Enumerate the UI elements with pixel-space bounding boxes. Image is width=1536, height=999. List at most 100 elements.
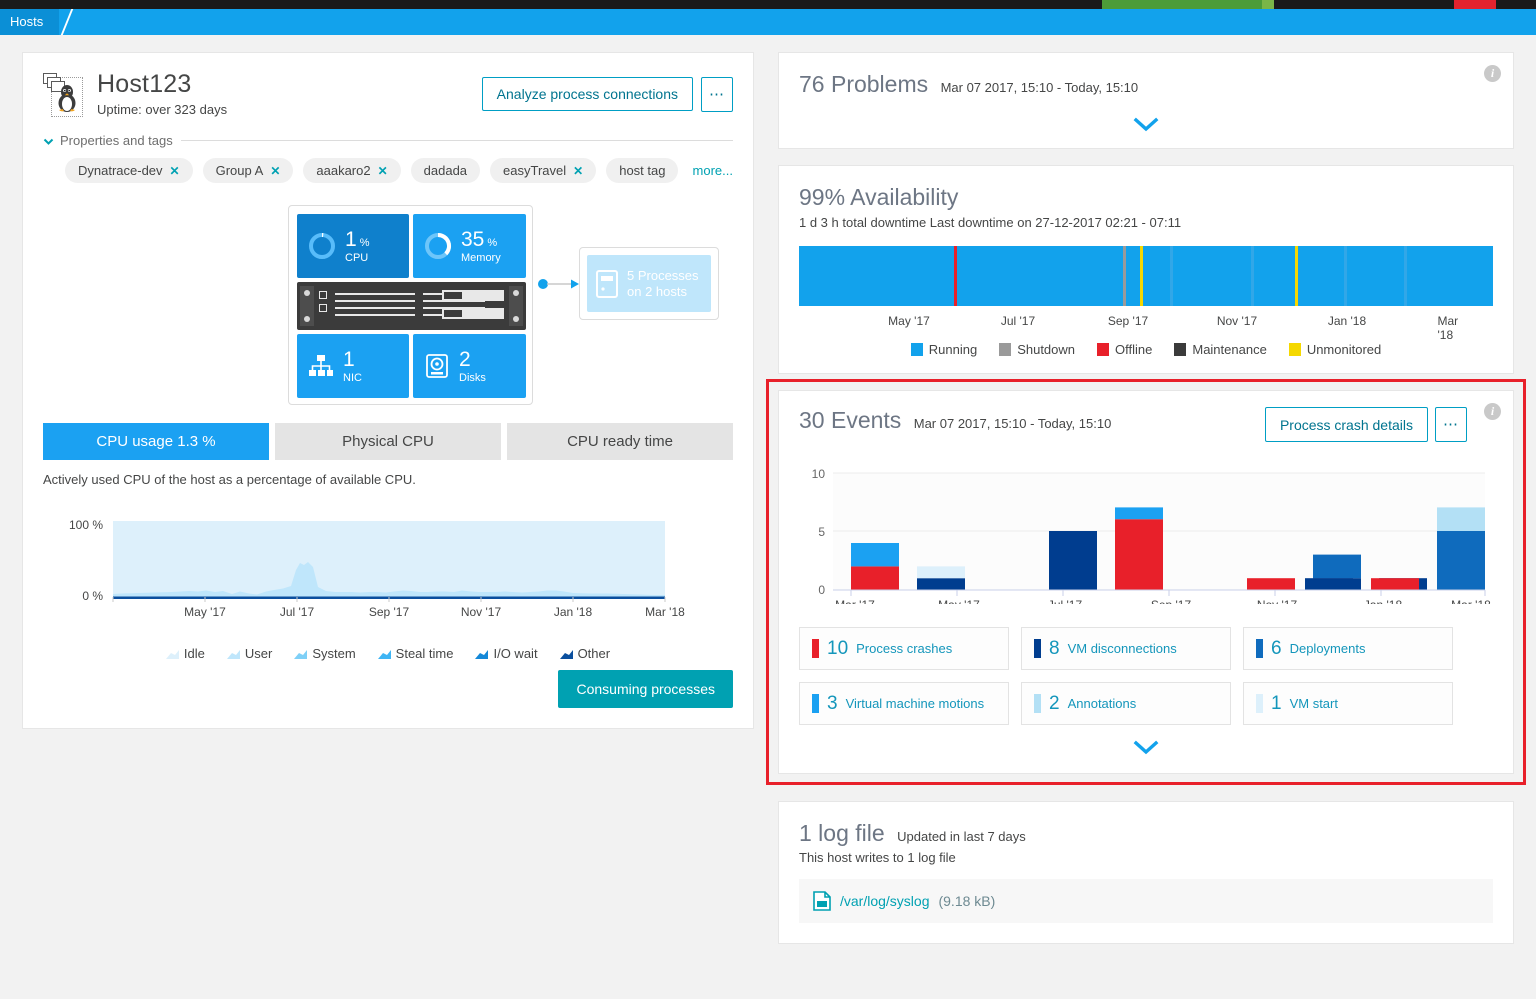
availability-marker-divider [1404, 246, 1407, 306]
area-swatch-icon [165, 649, 179, 659]
tag-chip[interactable]: Dynatrace-dev ✕ [65, 158, 193, 184]
chip-label: Process crashes [856, 641, 953, 656]
cpu-label: CPU [345, 251, 369, 264]
log-file-path[interactable]: /var/log/syslog [840, 893, 929, 909]
log-file-updated: Updated in last 7 days [897, 829, 1026, 844]
tag-list: Dynatrace-dev ✕ Group A ✕ aaakaro2 ✕ dad… [43, 158, 733, 184]
area-swatch-icon [559, 649, 573, 659]
events-chip-list: 10 Process crashes 8 VM disconnections 6… [799, 627, 1493, 725]
disks-tile[interactable]: 2 Disks [413, 334, 526, 399]
events-xtick: May '17 [938, 598, 980, 604]
tag-chip[interactable]: host tag [606, 158, 679, 184]
log-file-size: (9.18 kB) [938, 893, 996, 909]
tag-remove-icon[interactable]: ✕ [170, 164, 180, 178]
chip-swatch [1034, 694, 1041, 713]
tag-chip[interactable]: Group A ✕ [202, 158, 294, 184]
chip-count: 2 [1049, 693, 1060, 714]
processes-box[interactable]: 5 Processes on 2 hosts [579, 247, 719, 321]
tab-physical-cpu[interactable]: Physical CPU [275, 423, 501, 461]
nic-value: 1 [343, 347, 355, 371]
chip-swatch [1034, 639, 1041, 658]
availability-marker-shutdown [1123, 246, 1126, 306]
cpu-legend-item[interactable]: Other [559, 646, 611, 662]
log-file-card: 1 log file Updated in last 7 days This h… [778, 801, 1514, 944]
cpu-legend-item[interactable]: User [226, 646, 272, 661]
memory-unit: % [487, 236, 498, 249]
availability-marker-unmonitored [1295, 246, 1298, 306]
events-chart-rightbars: Mar '17 May '17 Jul '17 Sep '17 Nov '17 … [833, 507, 1491, 604]
availability-timeline[interactable] [799, 246, 1493, 306]
memory-tile[interactable]: 35 % Memory [413, 214, 526, 279]
event-chip-process-crashes[interactable]: 10 Process crashes [799, 627, 1009, 670]
page-title: Host123 [97, 70, 192, 98]
event-chip-vm-start[interactable]: 1 VM start [1243, 682, 1453, 725]
availability-legend-item[interactable]: Maintenance [1174, 342, 1267, 357]
tab-cpu-usage[interactable]: CPU usage 1.3 % [43, 423, 269, 461]
tag-remove-icon[interactable]: ✕ [573, 164, 583, 178]
properties-and-tags-header[interactable]: Properties and tags [43, 133, 733, 148]
tag-label: easyTravel [503, 163, 567, 179]
availability-xtick: Jul '17 [1000, 314, 1036, 328]
log-file-row[interactable]: /var/log/syslog (9.18 kB) [799, 879, 1493, 923]
tag-chip[interactable]: easyTravel ✕ [490, 158, 597, 184]
events-actions: Process crash details ⋯ [1264, 407, 1493, 442]
breadcrumb-bar: Hosts [0, 9, 1536, 35]
availability-legend-item[interactable]: Offline [1097, 342, 1152, 357]
problems-timerange: Mar 07 2017, 15:10 - Today, 15:10 [940, 80, 1139, 95]
event-chip-vm-disconnections[interactable]: 8 VM disconnections [1021, 627, 1231, 670]
cpu-legend-label: Other [577, 646, 611, 662]
event-chip-vm-motions[interactable]: 3 Virtual machine motions [799, 682, 1009, 725]
availability-xtick: Mar '18 [1437, 314, 1459, 342]
host-more-button[interactable]: ⋯ [701, 77, 733, 112]
availability-legend-item[interactable]: Running [910, 342, 978, 357]
cpu-legend-item[interactable]: I/O wait [475, 646, 538, 662]
cpu-legend-item[interactable]: System [294, 646, 356, 661]
availability-card: 99% Availability 1 d 3 h total downtime … [778, 165, 1514, 374]
chip-label: Deployments [1289, 641, 1366, 656]
legend-label: Maintenance [1192, 342, 1267, 357]
processes-inner: 5 Processes on 2 hosts [587, 255, 711, 313]
cpu-legend-label: I/O wait [493, 646, 538, 662]
nic-tile[interactable]: 1 NIC [297, 334, 409, 399]
legend-swatch [1288, 343, 1301, 356]
cpu-xtick: Mar '18 [645, 605, 685, 619]
events-xtick: Mar '18 [1451, 598, 1491, 604]
process-crash-details-button[interactable]: Process crash details [1264, 407, 1428, 442]
tag-remove-icon[interactable]: ✕ [270, 164, 280, 178]
analyze-process-connections-button[interactable]: Analyze process connections [481, 77, 693, 111]
tag-chip[interactable]: aaakaro2 ✕ [303, 158, 401, 184]
events-xtick: Sep '17 [1151, 598, 1192, 604]
events-xtick: Mar '17 [835, 598, 875, 604]
network-icon [309, 355, 333, 377]
tag-remove-icon[interactable]: ✕ [378, 164, 388, 178]
event-chip-deployments[interactable]: 6 Deployments [1243, 627, 1453, 670]
problems-expand-chevron-icon[interactable] [1132, 116, 1160, 132]
availability-legend-item[interactable]: Unmonitored [1288, 342, 1381, 357]
info-icon[interactable]: i [1484, 403, 1501, 420]
process-icon [596, 269, 618, 298]
cpu-ytick-bottom: 0 % [82, 589, 103, 603]
events-more-button[interactable]: ⋯ [1435, 407, 1467, 442]
tab-cpu-ready-time[interactable]: CPU ready time [507, 423, 733, 461]
processes-line-2: on 2 hosts [627, 283, 687, 299]
breadcrumb-arrow-icon [56, 9, 78, 35]
donut-gauge-icon [309, 233, 335, 260]
legend-label: Running [928, 342, 978, 357]
tags-more-link[interactable]: more... [693, 163, 733, 178]
cpu-usage-chart: 100 % 0 % May '17 Jul '17 Sep '17 Nov '1… [43, 515, 733, 661]
cpu-value: 1 [345, 227, 357, 251]
breadcrumb-hosts[interactable]: Hosts [0, 9, 60, 35]
availability-legend-item[interactable]: Shutdown [999, 342, 1075, 357]
consuming-processes-button[interactable]: Consuming processes [558, 670, 733, 709]
cpu-legend-item[interactable]: Steal time [377, 646, 453, 661]
legend-swatch [1174, 343, 1187, 356]
tag-chip[interactable]: dadada [410, 158, 481, 184]
tag-label: host tag [619, 163, 666, 179]
event-chip-annotations[interactable]: 2 Annotations [1021, 682, 1231, 725]
tag-label: Group A [215, 163, 264, 179]
penguin-glyph [58, 85, 76, 112]
events-expand-chevron-icon[interactable] [1132, 739, 1160, 755]
info-icon[interactable]: i [1484, 65, 1501, 82]
cpu-legend-item[interactable]: Idle [165, 646, 205, 661]
cpu-tile[interactable]: 1 % CPU [297, 214, 409, 279]
